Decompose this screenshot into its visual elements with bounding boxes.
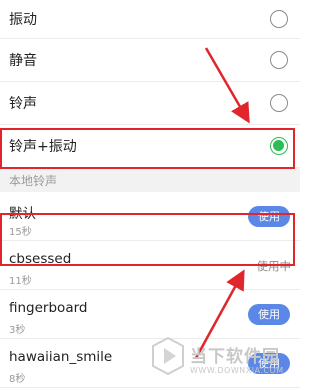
use-button[interactable]: 使用 xyxy=(248,206,290,227)
ringtone-name: cbsessed xyxy=(9,251,72,267)
ringtone-item[interactable]: fingerboard 3秒 使用 xyxy=(0,290,300,339)
ring-mode-vibrate[interactable]: 振动 xyxy=(0,0,300,39)
ringtone-duration: 3秒 xyxy=(9,325,26,336)
ringtone-duration: 15秒 xyxy=(9,227,32,238)
radio-button[interactable] xyxy=(270,10,288,28)
ringtone-item[interactable]: 默认 15秒 使用 xyxy=(0,192,300,241)
use-button[interactable]: 使用 xyxy=(248,304,290,325)
radio-button-selected[interactable] xyxy=(270,137,288,155)
ring-mode-label: 静音 xyxy=(9,53,37,69)
ringtone-item[interactable]: hawaiian_smile 8秒 使用 xyxy=(0,339,300,388)
ringtone-duration: 8秒 xyxy=(9,374,26,385)
ringtone-item[interactable]: cbsessed 11秒 使用中 xyxy=(0,241,300,290)
ring-mode-list: 振动 静音 铃声 铃声+振动 xyxy=(0,0,300,168)
ring-mode-label: 振动 xyxy=(9,12,37,28)
ringtone-name: fingerboard xyxy=(9,300,88,316)
use-button[interactable]: 使用 xyxy=(248,353,290,374)
ringtone-name: 默认 xyxy=(9,206,36,222)
radio-button[interactable] xyxy=(270,51,288,69)
section-header-label: 本地铃声 xyxy=(9,174,58,188)
ringtone-list: 默认 15秒 使用 cbsessed 11秒 使用中 fingerboard 3… xyxy=(0,192,300,388)
ringtone-duration: 11秒 xyxy=(9,276,32,287)
radio-button[interactable] xyxy=(270,94,288,112)
ring-mode-label: 铃声+振动 xyxy=(9,139,77,155)
in-use-status: 使用中 xyxy=(256,259,292,273)
ring-mode-label: 铃声 xyxy=(9,96,37,112)
ring-mode-silent[interactable]: 静音 xyxy=(0,39,300,82)
ringtone-name: hawaiian_smile xyxy=(9,349,113,365)
section-header-local-ringtones: 本地铃声 xyxy=(0,168,300,192)
ring-mode-ringtone[interactable]: 铃声 xyxy=(0,82,300,125)
ring-mode-ringtone-vibrate[interactable]: 铃声+振动 xyxy=(0,125,300,168)
